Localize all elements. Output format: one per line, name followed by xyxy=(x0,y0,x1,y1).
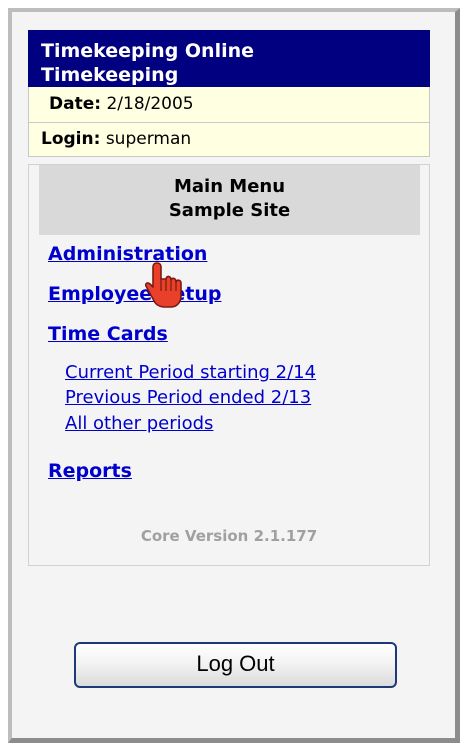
date-label: Date: xyxy=(49,94,102,114)
reports-link[interactable]: Reports xyxy=(48,460,132,482)
timekeeping-panel: Timekeeping Online Timekeeping Date: 2/1… xyxy=(28,30,430,566)
site-name: Sample Site xyxy=(168,200,291,221)
login-row: Login: superman xyxy=(28,123,430,157)
hand-pointer-cursor-icon xyxy=(145,262,182,308)
log-out-button[interactable]: Log Out xyxy=(74,642,397,688)
core-version-text: Core Version 2.1.177 xyxy=(140,527,318,545)
app-title-bar: Timekeeping Online Timekeeping xyxy=(28,30,430,87)
login-value: superman xyxy=(105,129,192,149)
previous-period-link[interactable]: Previous Period ended 2/13 xyxy=(65,387,311,408)
main-menu-header: Main Menu Sample Site xyxy=(39,165,420,235)
app-title-line1: Timekeeping Online xyxy=(41,40,255,62)
date-row: Date: 2/18/2005 xyxy=(28,87,430,123)
all-other-periods-link[interactable]: All other periods xyxy=(65,413,213,434)
app-title-line2: Timekeeping xyxy=(41,64,179,86)
main-menu-title: Main Menu xyxy=(173,176,286,197)
main-menu: Main Menu Sample Site Administration Emp… xyxy=(28,164,430,566)
current-period-link[interactable]: Current Period starting 2/14 xyxy=(65,362,316,383)
time-cards-link[interactable]: Time Cards xyxy=(48,323,168,345)
date-value: 2/18/2005 xyxy=(106,94,194,114)
login-label: Login: xyxy=(41,129,101,149)
employee-setup-link[interactable]: Employee Setup xyxy=(48,283,222,305)
